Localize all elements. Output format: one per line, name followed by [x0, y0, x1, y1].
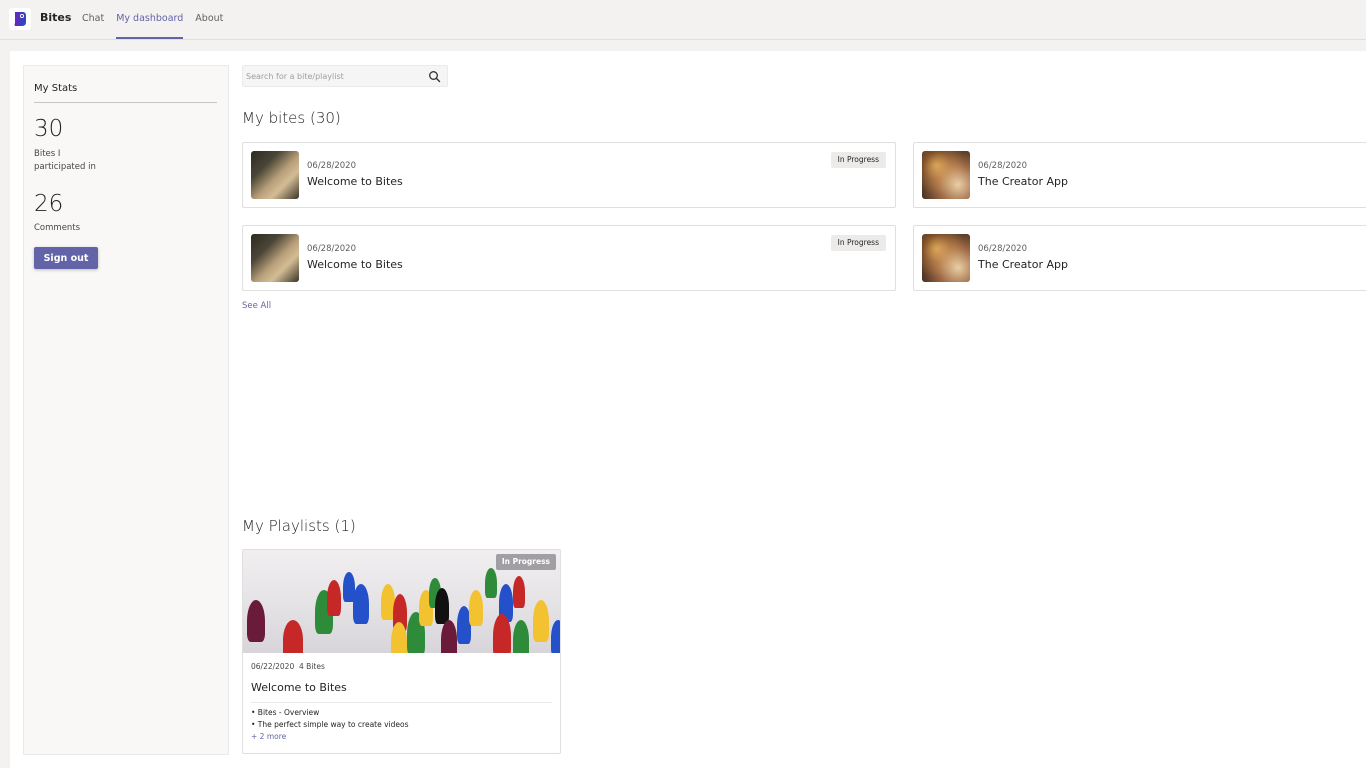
playlist-item: • The perfect simple way to create video… [251, 720, 409, 729]
status-badge: In Progress [830, 235, 886, 251]
bite-thumbnail [251, 234, 299, 282]
bites-logo-icon [9, 8, 31, 30]
app-name: Bites [40, 11, 72, 24]
bite-title: The Creator App [978, 175, 1068, 188]
bites-participated-label: Bites I participated in [34, 149, 96, 172]
bite-date: 06/28/2020 [978, 161, 1027, 171]
my-stats-panel: My Stats 30 Bites I participated in 26 C… [23, 65, 229, 755]
status-badge: In Progress [830, 152, 886, 168]
tab-chat[interactable]: Chat [76, 0, 110, 40]
bite-title: Welcome to Bites [307, 258, 403, 271]
see-all-link[interactable]: See All [242, 301, 271, 311]
comments-count: 26 [34, 191, 64, 217]
sign-out-button[interactable]: Sign out [34, 247, 98, 269]
search-box [242, 65, 448, 87]
playlist-bite-count: 4 Bites [299, 662, 325, 671]
comments-label: Comments [34, 223, 81, 233]
playlist-divider [251, 702, 552, 703]
nav-tabs: Chat My dashboard About [76, 0, 229, 40]
bite-date: 06/28/2020 [978, 244, 1027, 254]
bite-thumbnail [922, 234, 970, 282]
bite-card[interactable]: 06/28/2020 Welcome to Bites In Progress [242, 225, 896, 291]
stats-divider [34, 102, 217, 103]
bite-date: 06/28/2020 [307, 161, 356, 171]
playlist-meta: 06/22/2020 4 Bites [251, 662, 325, 671]
bite-card[interactable]: 06/28/2020 Welcome to Bites In Progress [242, 142, 896, 208]
playlist-date: 06/22/2020 [251, 662, 295, 671]
top-bar: Bites Chat My dashboard About [0, 0, 1366, 40]
playlist-item: • Bites - Overview [251, 708, 320, 717]
main-panel: My Stats 30 Bites I participated in 26 C… [10, 51, 1366, 768]
search-input[interactable] [246, 68, 416, 84]
bites-participated-count: 30 [34, 116, 64, 142]
bite-title: Welcome to Bites [307, 175, 403, 188]
playlist-card[interactable]: In Progress 06/22/2020 4 Bites Welcome t… [242, 549, 561, 754]
search-icon[interactable] [428, 70, 441, 83]
bite-date: 06/28/2020 [307, 244, 356, 254]
playlist-cover-image: In Progress [243, 550, 560, 653]
stats-title: My Stats [34, 83, 78, 94]
playlist-title: Welcome to Bites [251, 681, 347, 694]
my-bites-heading: My bites (30) [242, 109, 341, 127]
tab-my-dashboard[interactable]: My dashboard [110, 0, 189, 40]
bite-thumbnail [922, 151, 970, 199]
playlist-status-badge: In Progress [495, 554, 556, 570]
bite-card[interactable]: 06/28/2020 The Creator App [913, 142, 1366, 208]
bite-title: The Creator App [978, 258, 1068, 271]
tab-about[interactable]: About [189, 0, 229, 40]
my-playlists-heading: My Playlists (1) [242, 517, 356, 535]
bite-card[interactable]: 06/28/2020 The Creator App [913, 225, 1366, 291]
bite-thumbnail [251, 151, 299, 199]
playlist-more-link[interactable]: + 2 more [251, 732, 286, 741]
